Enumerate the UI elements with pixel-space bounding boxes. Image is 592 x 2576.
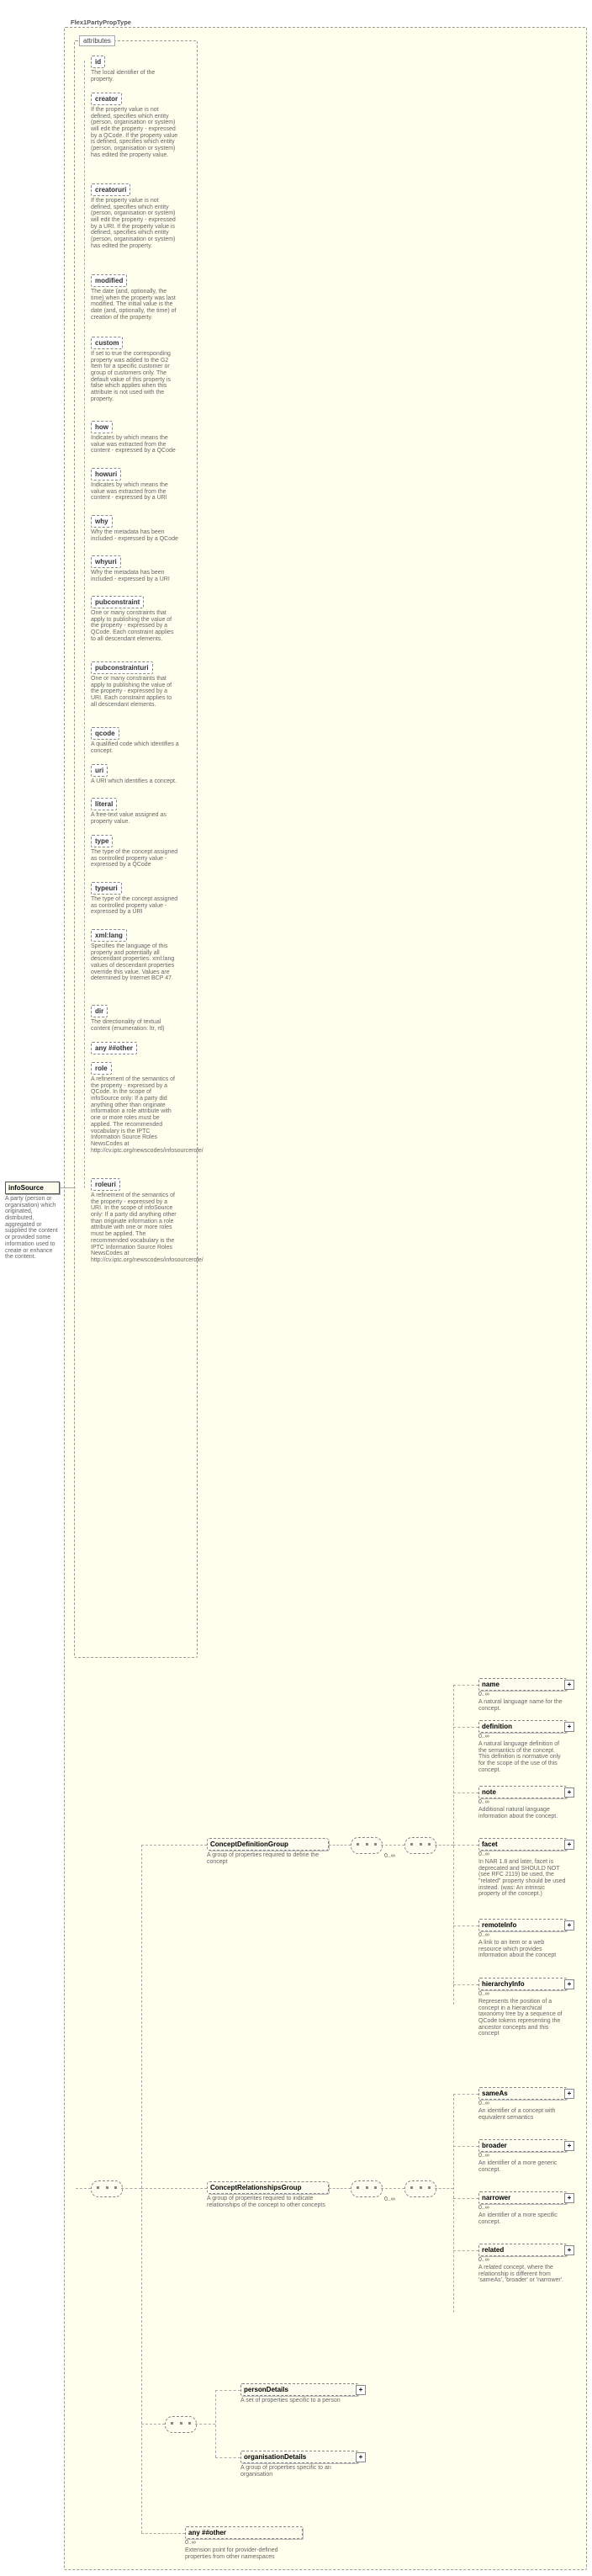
connector — [215, 2457, 240, 2458]
elem-definition[interactable]: definition+ 0..∞ A natural language defi… — [478, 1720, 567, 1773]
connector — [141, 2424, 165, 2425]
elem-narrower[interactable]: narrower+ 0..∞ An identifier of a more s… — [478, 2191, 567, 2225]
attrs-spine — [84, 61, 85, 1188]
details-spine — [215, 2390, 216, 2457]
connector — [453, 1925, 478, 1926]
attr-whyuri[interactable]: whyuri Why the metadata has been include… — [91, 555, 179, 582]
connector — [121, 2188, 141, 2189]
def-mult: 0..∞ — [384, 1853, 395, 1859]
attr-role[interactable]: role A refinement of the semantics of th… — [91, 1062, 179, 1154]
elem-related[interactable]: related+ 0..∞ A related concept, where t… — [478, 2244, 567, 2284]
connector — [215, 2390, 240, 2391]
connector — [141, 2533, 185, 2534]
attr-xmllang[interactable]: xml:lang Specifies the language of this … — [91, 929, 179, 982]
rel-inner-sequence — [404, 2180, 436, 2197]
connector — [381, 1845, 404, 1846]
connector — [435, 2188, 453, 2189]
connector — [453, 1727, 478, 1728]
attr-id[interactable]: id The local identifier of the property. — [91, 56, 179, 82]
rel-mult: 0..∞ — [384, 2196, 395, 2202]
outer-spine — [141, 1845, 142, 2533]
def-sequence — [351, 1837, 383, 1854]
rel-spine — [453, 2094, 454, 2313]
root-label: infoSource — [5, 1182, 60, 1194]
elem-organisationdetails[interactable]: organisationDetails+ A group of properti… — [240, 2451, 358, 2478]
expand-icon[interactable]: + — [564, 1979, 574, 1989]
elem-remoteinfo[interactable]: remoteInfo+ 0..∞ A link to an item or a … — [478, 1919, 567, 1959]
root-note: A party (person or organisation) which o… — [5, 1196, 60, 1261]
connector — [141, 2188, 207, 2189]
connector — [453, 1984, 478, 1985]
expand-icon[interactable]: + — [564, 2245, 574, 2255]
details-choice — [165, 2416, 197, 2433]
expand-icon[interactable]: + — [356, 2452, 366, 2462]
expand-icon[interactable]: + — [564, 2089, 574, 2099]
connector — [453, 1685, 478, 1686]
expand-icon[interactable]: + — [564, 1920, 574, 1931]
rel-sequence — [351, 2180, 383, 2197]
attr-modified[interactable]: modified The date (and, optionally, the … — [91, 274, 179, 321]
expand-icon[interactable]: + — [564, 1840, 574, 1850]
attr-creator[interactable]: creator If the property value is not def… — [91, 93, 179, 159]
expand-icon[interactable]: + — [564, 1787, 574, 1798]
expand-icon[interactable]: + — [356, 2385, 366, 2395]
connector — [76, 2188, 91, 2189]
root-node-infosource[interactable]: infoSource A party (person or organisati… — [5, 1182, 60, 1261]
connector — [453, 2250, 478, 2251]
connector — [435, 1845, 453, 1846]
connector — [195, 2424, 215, 2425]
def-inner-sequence — [404, 1837, 436, 1854]
connector — [329, 2188, 351, 2189]
connector — [60, 1187, 76, 1188]
elem-name[interactable]: name+ 0..∞ A natural language name for t… — [478, 1678, 567, 1712]
attr-how[interactable]: how Indicates by which means the value w… — [91, 421, 179, 454]
elem-hierarchyinfo[interactable]: hierarchyInfo+ 0..∞ Represents the posit… — [478, 1978, 567, 2037]
elem-sameas[interactable]: sameAs+ 0..∞ An identifier of a concept … — [478, 2087, 567, 2121]
attr-typeuri[interactable]: typeuri The type of the concept assigned… — [91, 882, 179, 916]
connector — [453, 2146, 478, 2147]
expand-icon[interactable]: + — [564, 1722, 574, 1732]
attr-why[interactable]: why Why the metadata has been included -… — [91, 515, 179, 542]
connector — [453, 2094, 478, 2095]
type-label: Flex1PartyPropType — [71, 19, 131, 26]
expand-icon[interactable]: + — [564, 1680, 574, 1690]
attr-custom[interactable]: custom If set to true the corresponding … — [91, 337, 179, 403]
attr-roleuri[interactable]: roleuri A refinement of the semantics of… — [91, 1178, 179, 1264]
connector — [329, 1845, 351, 1846]
expand-icon[interactable]: + — [564, 2193, 574, 2203]
attr-type[interactable]: type The type of the concept assigned as… — [91, 835, 179, 868]
attr-literal[interactable]: literal A free-text value assigned as pr… — [91, 798, 179, 825]
elem-facet[interactable]: facet+ 0..∞ In NAR 1.8 and later, facet … — [478, 1838, 567, 1898]
attr-pubconstrainturi[interactable]: pubconstrainturi One or many constraints… — [91, 661, 179, 708]
attr-creatoruri[interactable]: creatoruri If the property value is not … — [91, 183, 179, 250]
elem-broader[interactable]: broader+ 0..∞ An identifier of a more ge… — [478, 2139, 567, 2173]
elem-persondetails[interactable]: personDetails+ A set of properties speci… — [240, 2383, 358, 2404]
attr-pubconstraint[interactable]: pubconstraint One or many constraints th… — [91, 596, 179, 642]
connector — [453, 1845, 478, 1846]
connector — [381, 2188, 404, 2189]
connector — [141, 1845, 207, 1846]
group-conceptdefinition[interactable]: ConceptDefinitionGroup A group of proper… — [207, 1838, 329, 1865]
outer-sequence — [91, 2180, 123, 2197]
attr-any-other[interactable]: any ##other — [91, 1042, 179, 1054]
attr-qcode[interactable]: qcode A qualified code which identifies … — [91, 727, 179, 754]
group-conceptrelationships[interactable]: ConceptRelationshipsGroup A group of pro… — [207, 2181, 329, 2208]
elem-note[interactable]: note+ 0..∞ Additional natural language i… — [478, 1786, 567, 1819]
attr-howuri[interactable]: howuri Indicates by which means the valu… — [91, 468, 179, 502]
attr-uri[interactable]: uri A URI which identifies a concept. — [91, 764, 179, 785]
connector — [453, 2198, 478, 2199]
elem-any-other[interactable]: any ##other 0..∞ Extension point for pro… — [185, 2526, 303, 2560]
expand-icon[interactable]: + — [564, 2141, 574, 2151]
attributes-header: attributes — [79, 35, 115, 46]
attr-dir[interactable]: dir The directionality of textual conten… — [91, 1005, 179, 1032]
